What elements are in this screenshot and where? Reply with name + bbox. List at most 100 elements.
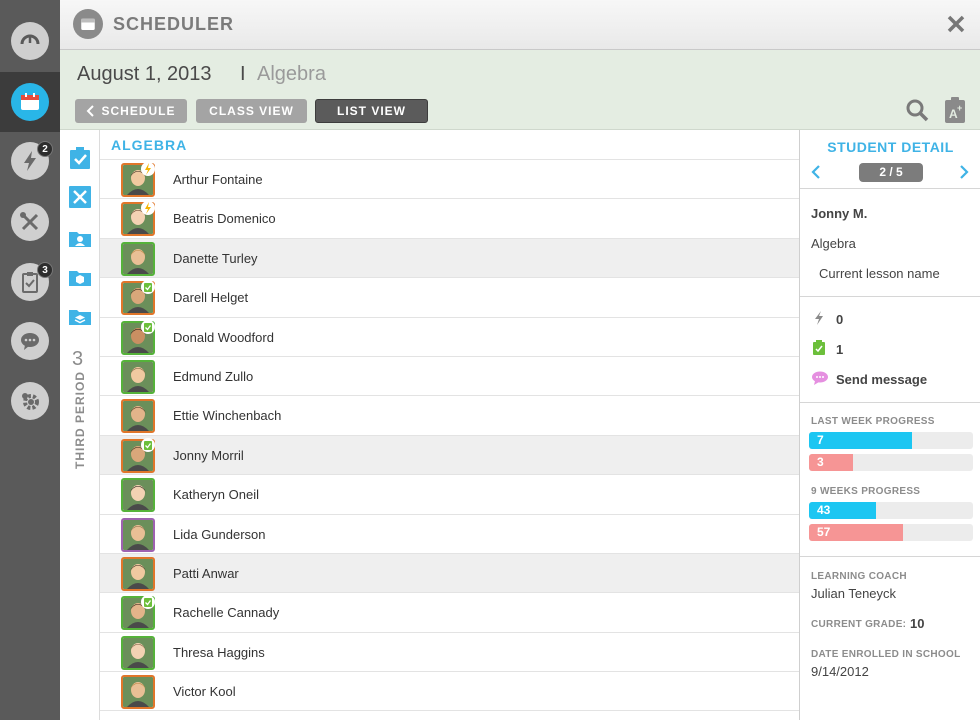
student-name: Ettie Winchenbach <box>173 408 282 424</box>
send-message-link[interactable]: Send message <box>836 372 927 387</box>
learning-coach-label: LEARNING COACH <box>811 571 907 582</box>
student-name: Donald Woodford <box>173 329 274 345</box>
student-avatar <box>121 399 155 434</box>
student-row[interactable]: Donald Woodford <box>100 318 799 357</box>
period-label: THIRD PERIOD <box>73 370 87 469</box>
rail-tools-button[interactable] <box>0 192 60 252</box>
student-row[interactable]: Arthur Fontaine <box>100 160 799 200</box>
last-week-progress-label: LAST WEEK PROGRESS <box>811 416 935 427</box>
left-rail: 2 3 <box>0 0 60 720</box>
secondary-nav: 3 THIRD PERIOD <box>60 130 100 720</box>
student-row[interactable]: Rachelle Cannady <box>100 593 799 633</box>
student-row[interactable]: Patti Anwar <box>100 553 799 594</box>
period-number: 3 <box>72 348 84 370</box>
student-avatar <box>121 675 155 710</box>
clipboard-icon <box>141 319 155 334</box>
separator: I <box>240 63 246 85</box>
gauge-icon <box>11 22 49 60</box>
chevron-left-icon <box>811 165 820 179</box>
search-icon <box>906 99 929 122</box>
message-bubble-icon <box>811 370 828 386</box>
list-view-button[interactable]: LIST VIEW <box>315 99 428 123</box>
student-name: Darell Helget <box>173 290 249 306</box>
divider <box>800 296 980 297</box>
student-row[interactable]: Edmund Zullo <box>100 357 799 397</box>
divider <box>800 402 980 403</box>
divider <box>800 556 980 557</box>
student-name: Lida Gunderson <box>173 526 266 542</box>
rail-scheduler-button[interactable] <box>0 72 60 132</box>
app-title: SCHEDULER <box>113 14 235 34</box>
subheader: August 1, 2013 I Algebra SCHEDULE CLASS … <box>60 50 980 130</box>
calendar-icon <box>11 83 49 121</box>
nine-weeks-pink-track: 57 <box>809 524 973 541</box>
student-row[interactable]: Darell Helget <box>100 278 799 318</box>
list-header: ALGEBRA <box>100 130 799 160</box>
student-avatar <box>121 556 155 591</box>
chevron-left-icon <box>87 105 95 117</box>
grade-report-icon: A + <box>945 97 965 123</box>
student-detail-panel: STUDENT DETAIL 2 / 5 Jonny M. Algebra Cu… <box>799 130 980 720</box>
rail-assignments-button[interactable]: 3 <box>0 252 60 312</box>
last-week-blue-track: 7 <box>809 432 973 449</box>
current-subject: Algebra <box>257 63 326 85</box>
date-enrolled-value: 9/14/2012 <box>811 664 869 679</box>
student-avatar <box>121 517 155 552</box>
student-avatar <box>121 359 155 394</box>
student-row[interactable]: Thresa Haggins <box>100 633 799 673</box>
date-enrolled-label: DATE ENROLLED IN SCHOOL <box>811 649 961 660</box>
chevron-right-icon <box>960 165 969 179</box>
grade-report-button[interactable]: A + <box>943 96 967 124</box>
tools-icon <box>11 203 49 241</box>
chat-icon <box>11 322 49 360</box>
learning-coach-name: Julian Teneyck <box>811 586 897 601</box>
student-row[interactable]: Danette Turley <box>100 238 799 279</box>
student-name: Edmund Zullo <box>173 368 254 384</box>
calendar-icon <box>73 9 103 39</box>
student-pager: 2 / 5 <box>859 163 923 182</box>
schedule-label: SCHEDULE <box>101 104 176 118</box>
rail-messages-button[interactable] <box>0 311 60 371</box>
rail-alerts-button[interactable]: 2 <box>0 131 60 191</box>
tools-icon[interactable] <box>68 185 92 209</box>
clipboard-check-icon[interactable] <box>68 146 92 170</box>
student-name: Jonny Morril <box>173 447 244 463</box>
rail-dashboard-button[interactable] <box>0 11 60 71</box>
detail-lesson: Current lesson name <box>819 266 940 281</box>
class-view-button[interactable]: CLASS VIEW <box>196 99 307 123</box>
folder-student-icon[interactable] <box>68 226 92 250</box>
divider <box>800 188 980 189</box>
previous-student-button[interactable] <box>810 164 822 180</box>
alerts-count: 0 <box>836 312 844 327</box>
clipboard-icon <box>141 595 155 610</box>
student-name: Victor Kool <box>173 684 236 700</box>
clipboard-icon <box>141 437 155 452</box>
title-bar: SCHEDULER <box>60 0 980 50</box>
nine-weeks-pink-bar: 57 <box>809 524 903 541</box>
current-date: August 1, 2013 <box>77 63 212 85</box>
close-button[interactable] <box>942 10 970 38</box>
student-list: ALGEBRA Arthur Fontaine Beatris Domenico D… <box>100 130 799 720</box>
student-row[interactable]: Lida Gunderson <box>100 515 799 554</box>
student-row[interactable]: Victor Kool <box>100 672 799 712</box>
student-avatar <box>121 241 155 276</box>
next-student-button[interactable] <box>958 164 970 180</box>
student-row[interactable]: Jonny Morril <box>100 435 799 476</box>
folder-cube-icon[interactable] <box>68 265 92 289</box>
folder-layers-icon[interactable] <box>68 304 92 328</box>
assignments-count: 1 <box>836 342 844 357</box>
lightning-icon <box>141 162 155 176</box>
student-name: Patti Anwar <box>173 565 239 581</box>
student-row[interactable]: Ettie Winchenbach <box>100 396 799 436</box>
clipboard-icon <box>141 280 155 295</box>
student-name: Rachelle Cannady <box>173 605 280 621</box>
student-row[interactable]: Katheryn Oneil <box>100 475 799 515</box>
nine-weeks-blue-bar: 43 <box>809 502 876 519</box>
nine-weeks-progress-label: 9 WEEKS PROGRESS <box>811 486 921 497</box>
schedule-button[interactable]: SCHEDULE <box>75 99 187 123</box>
student-row[interactable]: Beatris Domenico <box>100 199 799 239</box>
lightning-icon <box>141 201 155 216</box>
rail-settings-button[interactable] <box>0 371 60 431</box>
search-button[interactable] <box>905 98 929 122</box>
detail-subject: Algebra <box>811 236 856 251</box>
